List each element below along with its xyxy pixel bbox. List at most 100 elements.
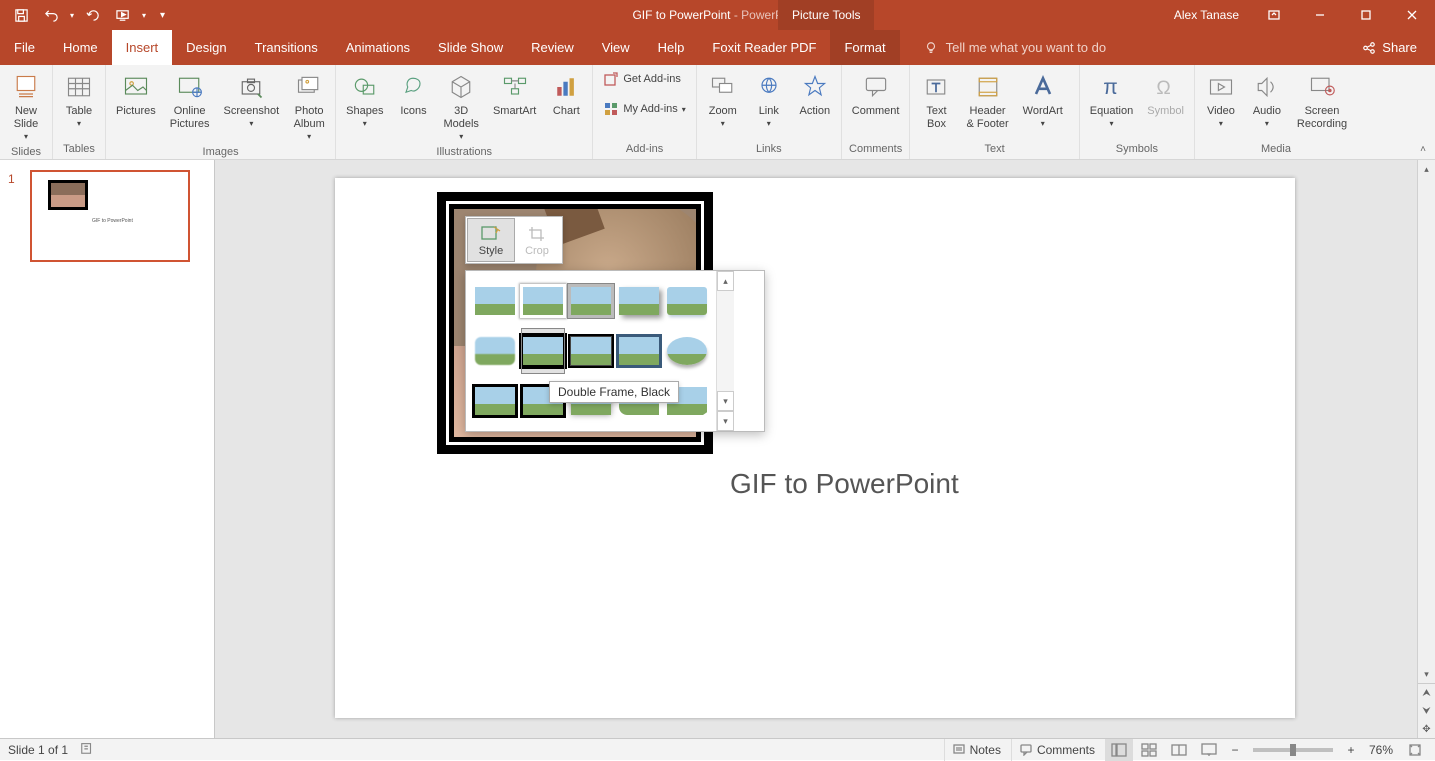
tab-animations[interactable]: Animations — [332, 30, 424, 65]
share-icon — [1362, 41, 1376, 55]
gallery-scroll-down[interactable]: ▾ — [717, 391, 734, 411]
icons-button[interactable]: Icons — [393, 69, 433, 120]
style-simple-frame-white[interactable] — [474, 279, 516, 323]
scroll-down-button[interactable]: ▾ — [1418, 665, 1435, 683]
save-button[interactable] — [10, 4, 32, 26]
slide-thumbnail-1[interactable]: GIF to PowerPoint — [30, 170, 190, 262]
action-button[interactable]: Action — [795, 69, 835, 120]
crop-icon — [527, 225, 547, 243]
wordart-button[interactable]: WordArt▾ — [1019, 69, 1067, 131]
qat-customize[interactable]: ▾ — [142, 11, 146, 20]
next-slide-button[interactable]: ⮟ — [1418, 702, 1435, 720]
style-soft-edge[interactable] — [474, 329, 516, 373]
svg-text:Ω: Ω — [1156, 78, 1170, 99]
slide-title-text[interactable]: GIF to PowerPoint — [730, 468, 959, 500]
fit-to-window-button[interactable]: ✥ — [1418, 720, 1435, 738]
close-button[interactable] — [1389, 0, 1435, 30]
shapes-button[interactable]: Shapes▾ — [342, 69, 387, 131]
group-label-symbols: Symbols — [1086, 141, 1188, 157]
account-name[interactable]: Alex Tanase — [1162, 8, 1251, 22]
tab-home[interactable]: Home — [49, 30, 112, 65]
style-compound-frame[interactable] — [474, 379, 516, 423]
slide-sorter-view-button[interactable] — [1135, 739, 1163, 761]
link-button[interactable]: Link▾ — [749, 69, 789, 131]
tab-foxit[interactable]: Foxit Reader PDF — [698, 30, 830, 65]
zoom-out-button[interactable]: − — [1225, 739, 1245, 761]
comments-status-button[interactable]: Comments — [1011, 739, 1103, 761]
equation-button[interactable]: πEquation▾ — [1086, 69, 1137, 131]
minimize-button[interactable] — [1297, 0, 1343, 30]
vertical-scrollbar[interactable]: ▴ ▾ ⮝ ⮟ ✥ — [1417, 160, 1435, 738]
notes-button[interactable]: Notes — [944, 739, 1009, 761]
online-pictures-button[interactable]: Online Pictures — [166, 69, 214, 133]
ribbon-display-options[interactable] — [1251, 0, 1297, 30]
get-addins-button[interactable]: Get Add-ins — [599, 69, 689, 89]
style-drop-shadow[interactable] — [618, 279, 660, 323]
start-from-beginning-button[interactable] — [112, 4, 134, 26]
tab-review[interactable]: Review — [517, 30, 588, 65]
gallery-scrollbar[interactable]: ▴ ▾ ▾ — [716, 271, 734, 431]
tab-design[interactable]: Design — [172, 30, 240, 65]
gallery-scroll-up[interactable]: ▴ — [717, 271, 734, 291]
slideshow-view-button[interactable] — [1195, 739, 1223, 761]
style-mini-button[interactable]: Style — [468, 219, 514, 261]
style-metal-frame[interactable] — [570, 279, 612, 323]
undo-button[interactable] — [40, 4, 62, 26]
tab-insert[interactable]: Insert — [112, 30, 173, 65]
picture-styles-gallery: ▴ ▾ ▾ — [465, 270, 765, 432]
tab-format[interactable]: Format — [830, 30, 899, 65]
normal-view-button[interactable] — [1105, 739, 1133, 761]
zoom-slider[interactable] — [1253, 748, 1333, 752]
screen-recording-button[interactable]: Screen Recording — [1293, 69, 1351, 133]
status-bar: Slide 1 of 1 Notes Comments − + 76% — [0, 738, 1435, 760]
zoom-in-button[interactable]: + — [1341, 739, 1361, 761]
collapse-ribbon-button[interactable]: ˄ — [1415, 141, 1431, 157]
new-slide-button[interactable]: New Slide▾ — [6, 69, 46, 144]
chart-button[interactable]: Chart — [546, 69, 586, 120]
tab-file[interactable]: File — [0, 30, 49, 65]
slide-count[interactable]: Slide 1 of 1 — [8, 743, 68, 757]
slide-canvas-area[interactable]: GIF to PowerPoint Style Crop — [215, 160, 1435, 738]
gallery-expand[interactable]: ▾ — [717, 411, 734, 431]
pictures-button[interactable]: Pictures — [112, 69, 160, 120]
workspace: 1 GIF to PowerPoint GIF to PowerPoint St… — [0, 160, 1435, 738]
group-label-illustrations: Illustrations — [342, 144, 586, 160]
comment-button[interactable]: Comment — [848, 69, 904, 120]
fit-slide-button[interactable] — [1401, 739, 1429, 761]
style-reflected-rounded[interactable] — [666, 279, 708, 323]
prev-slide-button[interactable]: ⮝ — [1418, 684, 1435, 702]
picture-mini-toolbar: Style Crop — [465, 216, 563, 264]
header-footer-button[interactable]: Header & Footer — [962, 69, 1012, 133]
tab-slideshow[interactable]: Slide Show — [424, 30, 517, 65]
smartart-button[interactable]: SmartArt — [489, 69, 540, 120]
spell-check-icon[interactable] — [80, 741, 94, 758]
qat-more[interactable]: ▾ — [154, 10, 165, 21]
text-box-button[interactable]: Text Box — [916, 69, 956, 133]
tab-transitions[interactable]: Transitions — [241, 30, 332, 65]
video-button[interactable]: Video▾ — [1201, 69, 1241, 131]
zoom-button[interactable]: Zoom▾ — [703, 69, 743, 131]
style-beveled-matte[interactable] — [522, 279, 564, 323]
style-thick-matte-black[interactable] — [570, 329, 612, 373]
tell-me-search[interactable]: Tell me what you want to do — [900, 30, 1106, 65]
my-addins-button[interactable]: My Add-ins ▾ — [599, 99, 689, 119]
crop-mini-button[interactable]: Crop — [514, 219, 560, 261]
table-button[interactable]: Table▾ — [59, 69, 99, 131]
style-simple-frame-black[interactable] — [618, 329, 660, 373]
undo-dropdown[interactable]: ▾ — [70, 11, 74, 20]
reading-view-button[interactable] — [1165, 739, 1193, 761]
share-button[interactable]: Share — [1344, 30, 1435, 65]
audio-button[interactable]: Audio▾ — [1247, 69, 1287, 131]
style-double-frame-black[interactable] — [522, 329, 564, 373]
tab-view[interactable]: View — [588, 30, 644, 65]
maximize-button[interactable] — [1343, 0, 1389, 30]
zoom-level[interactable]: 76% — [1363, 743, 1399, 757]
style-beveled-oval[interactable] — [666, 329, 708, 373]
3d-models-button[interactable]: 3D Models▾ — [439, 69, 482, 144]
group-label-media: Media — [1201, 141, 1351, 157]
tab-help[interactable]: Help — [644, 30, 699, 65]
screenshot-button[interactable]: Screenshot▾ — [220, 69, 284, 131]
redo-button[interactable] — [82, 4, 104, 26]
photo-album-button[interactable]: Photo Album▾ — [289, 69, 329, 144]
scroll-up-button[interactable]: ▴ — [1418, 160, 1435, 178]
